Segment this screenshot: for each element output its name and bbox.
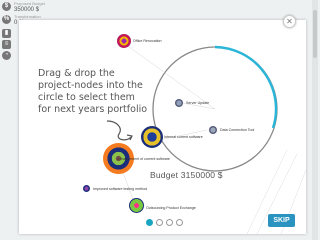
dollar-icon: $ bbox=[2, 2, 11, 11]
node-product-exchange[interactable] bbox=[129, 198, 144, 213]
doc-tool[interactable]: ≡ bbox=[2, 40, 11, 49]
node-label-improved-software-testing: Improved software testing method bbox=[93, 187, 148, 191]
scrollbar[interactable] bbox=[312, 0, 318, 240]
node-label-office-renovation: Office Renovation bbox=[133, 39, 162, 43]
pie-tool[interactable]: ◔ bbox=[2, 51, 11, 60]
node-improved-software-testing[interactable] bbox=[83, 185, 90, 192]
node-label-server-update: Server Update bbox=[186, 101, 210, 105]
node-office-renovation[interactable] bbox=[117, 34, 131, 48]
percent-icon: % bbox=[2, 15, 11, 24]
proposed-budget-value: 350000 $ bbox=[14, 6, 40, 13]
node-data-connection-tool[interactable] bbox=[209, 126, 217, 134]
transformation-label: Transformation bbox=[14, 14, 41, 19]
close-button[interactable]: ✕ bbox=[283, 15, 296, 28]
scrollbar-thumb[interactable] bbox=[313, 10, 317, 58]
page-dot-2[interactable] bbox=[156, 219, 163, 226]
budget-label: Budget 3150000 $ bbox=[150, 170, 223, 180]
close-icon[interactable]: ✕ bbox=[286, 17, 293, 26]
portfolio-ring-arc bbox=[214, 45, 278, 129]
node-label-product-exchange: Outsourcing Product Exchange bbox=[146, 206, 196, 210]
proposed-budget-stat: $ Proposed Budget 350000 $ bbox=[2, 1, 45, 13]
node-label-enhancement-current-software: Enhancement of current software bbox=[117, 157, 170, 161]
pagination-dots bbox=[146, 219, 183, 226]
portfolio-graph bbox=[106, 40, 306, 234]
proposed-budget-label: Proposed Budget bbox=[14, 1, 45, 6]
page-dot-4[interactable] bbox=[176, 219, 183, 226]
chart-tool[interactable]: ▮ bbox=[2, 29, 11, 38]
drag-arrow bbox=[106, 120, 132, 141]
node-label-internal-current-software: Internal current software bbox=[164, 135, 203, 139]
tutorial-card: Office Renovation Server Update Data Con… bbox=[19, 20, 306, 234]
pie-icon[interactable]: ◔ bbox=[2, 51, 11, 60]
skip-button[interactable]: SKIP bbox=[268, 214, 295, 227]
page-dot-1[interactable] bbox=[146, 219, 153, 226]
node-server-update[interactable] bbox=[175, 99, 183, 107]
instruction-text: Drag & drop the project-nodes into the c… bbox=[38, 68, 148, 115]
doc-icon[interactable]: ≡ bbox=[2, 40, 11, 49]
page-dot-3[interactable] bbox=[166, 219, 173, 226]
chart-icon[interactable]: ▮ bbox=[2, 29, 11, 38]
node-label-data-connection-tool: Data Connection Tool bbox=[220, 128, 255, 132]
node-internal-current-software[interactable] bbox=[141, 126, 163, 148]
